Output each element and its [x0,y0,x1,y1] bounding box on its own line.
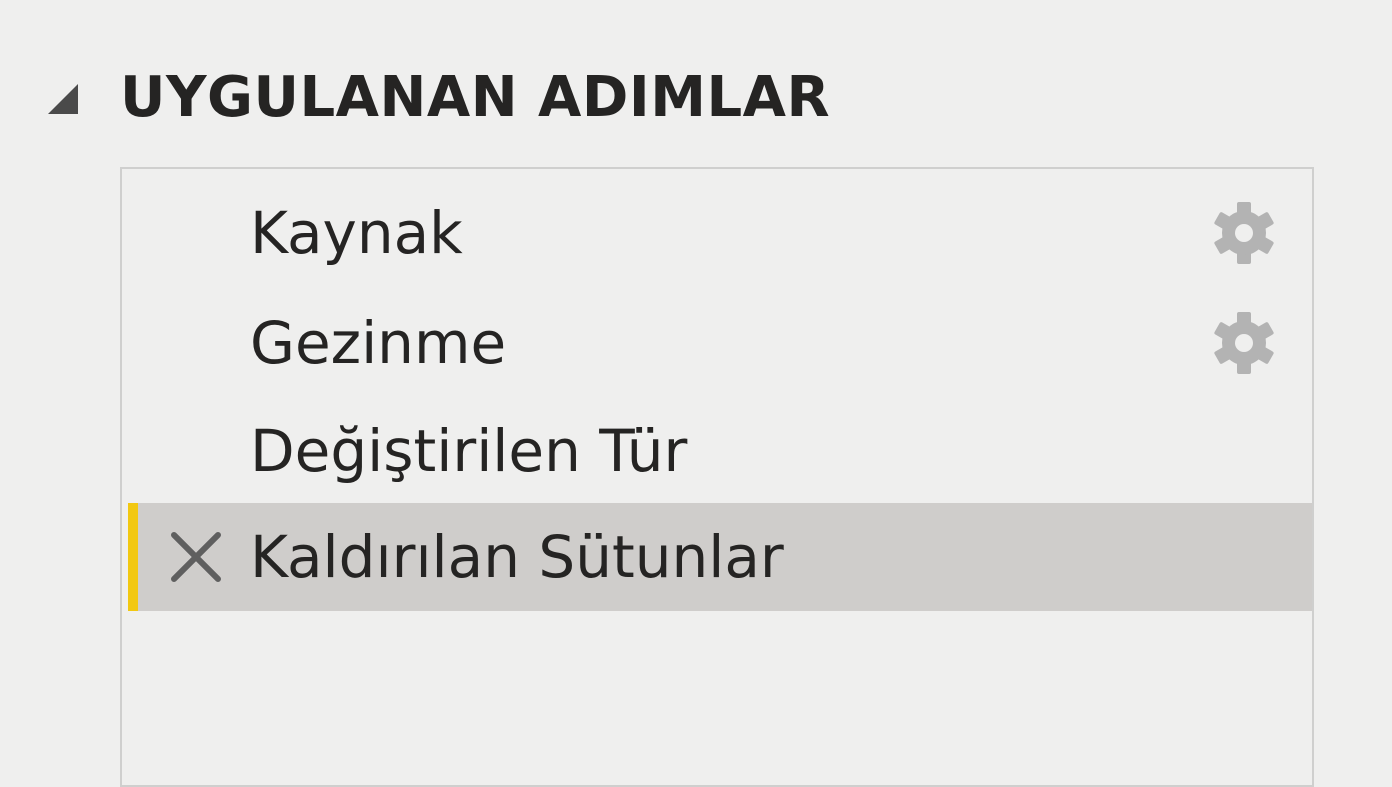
step-label: Kaynak [250,199,463,267]
step-item-degistirilen-tur[interactable]: Değiştirilen Tür [128,397,1312,505]
applied-steps-header: UYGULANAN ADIMLAR [46,58,830,138]
step-item-kaldirilan-sutunlar[interactable]: Kaldırılan Sütunlar [128,503,1312,611]
gear-icon[interactable] [1212,311,1276,375]
step-item-kaynak[interactable]: Kaynak [128,179,1312,287]
close-icon[interactable] [166,503,226,611]
section-title: UYGULANAN ADIMLAR [120,65,831,130]
gear-icon[interactable] [1212,201,1276,265]
collapse-triangle-icon[interactable] [46,80,82,116]
step-item-gezinme[interactable]: Gezinme [128,289,1312,397]
step-label: Gezinme [250,309,507,377]
step-label: Değiştirilen Tür [250,417,688,485]
applied-steps-list: Kaynak Gezinme Değiştirilen Tür Kaldırıl… [120,167,1314,787]
step-label: Kaldırılan Sütunlar [250,523,784,591]
